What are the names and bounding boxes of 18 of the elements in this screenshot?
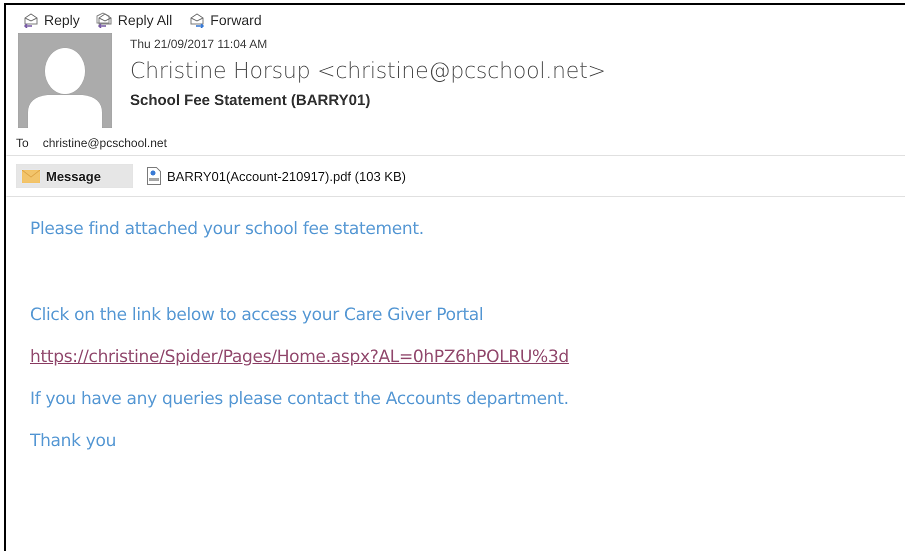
portal-link[interactable]: https://christine/Spider/Pages/Home.aspx?AL=0hPZ6hPOLRU%3d bbox=[30, 347, 569, 367]
body-paragraph: Please find attached your school fee statement. bbox=[30, 219, 425, 239]
body-paragraph: Thank you bbox=[30, 431, 118, 451]
sent-date: Thu 21/09/2017 11:04 AM bbox=[130, 37, 268, 51]
reply-button[interactable]: Reply bbox=[20, 11, 80, 29]
recipient-address: christine@pcschool.net bbox=[42, 136, 167, 152]
body-paragraph: Click on the link below to access your Care Giver Portal bbox=[30, 305, 484, 325]
envelope-icon bbox=[22, 170, 40, 182]
sender-name: Christine Horsup <christine@pcschool.net> bbox=[130, 59, 606, 84]
message-tab[interactable]: Message bbox=[16, 164, 133, 188]
forward-button[interactable]: Forward bbox=[186, 11, 262, 29]
body-paragraph: If you have any queries please contact the Accounts department. bbox=[30, 389, 570, 409]
envelope-reply-icon bbox=[94, 12, 114, 28]
reply-all-button[interactable]: Reply All bbox=[94, 11, 172, 29]
to-label: To bbox=[16, 136, 29, 152]
email-subject: School Fee Statement (BARRY01) bbox=[130, 92, 372, 109]
pdf-file-icon bbox=[147, 167, 161, 185]
attachment-item[interactable]: BARRY01(Account-210917).pdf (103 KB) bbox=[141, 164, 412, 188]
